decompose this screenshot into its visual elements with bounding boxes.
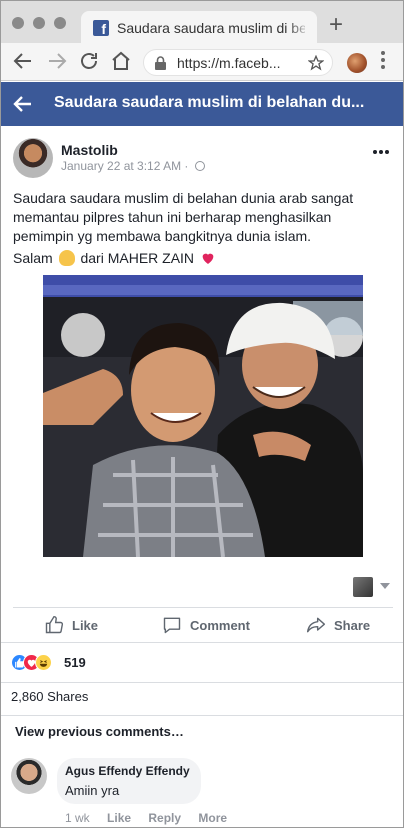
close-window-button[interactable] xyxy=(12,17,24,29)
reload-icon[interactable] xyxy=(77,49,101,73)
more-options-icon[interactable] xyxy=(373,150,391,154)
new-tab-button[interactable]: + xyxy=(329,13,343,37)
like-label: Like xyxy=(72,617,99,633)
commenter-avatar[interactable] xyxy=(11,758,47,794)
author-avatar[interactable] xyxy=(13,138,53,178)
post-meta: January 22 at 3:12 AM · xyxy=(61,159,205,173)
home-icon[interactable] xyxy=(109,49,133,73)
browser-menu-icon[interactable] xyxy=(381,51,385,71)
comment-more-link[interactable]: More xyxy=(198,811,227,825)
post-salam-line: Salam dari MAHER ZAIN xyxy=(13,250,216,266)
tab-title-fade xyxy=(287,11,317,44)
like-button[interactable]: Like xyxy=(44,608,98,642)
browser-tab[interactable]: f Saudara saudara muslim di belahan duni… xyxy=(81,11,317,44)
thumbs-up-icon xyxy=(45,615,64,634)
view-previous-comments-link[interactable]: View previous comments… xyxy=(15,724,184,739)
facebook-favicon-icon: f xyxy=(93,20,109,36)
commenter-avatar-picker[interactable] xyxy=(353,577,373,597)
salam-suffix: dari MAHER ZAIN xyxy=(80,250,195,266)
red-heart-emoji-icon xyxy=(202,253,214,264)
url-text: https://m.faceb... xyxy=(177,55,281,71)
comment-bubble: Agus Effendy Effendy Amiin yra xyxy=(57,758,201,804)
tab-title: Saudara saudara muslim di belahan dunia … xyxy=(117,20,305,36)
comment-time[interactable]: 1 wk xyxy=(65,811,90,825)
shares-count: 2,860 Shares xyxy=(11,689,89,704)
comment-label: Comment xyxy=(190,617,250,633)
address-bar[interactable]: https://m.faceb... xyxy=(143,49,333,76)
comment-like-link[interactable]: Like xyxy=(107,811,131,825)
lock-icon xyxy=(155,56,166,70)
back-arrow-icon[interactable] xyxy=(11,92,35,116)
author-name[interactable]: Mastolib xyxy=(61,142,118,158)
commenter-name[interactable]: Agus Effendy Effendy xyxy=(65,764,190,778)
comment-actions: 1 wk Like Reply More xyxy=(65,811,241,825)
meta-separator: · xyxy=(184,159,189,173)
reactions-summary[interactable]: 519 xyxy=(1,642,403,682)
haha-icon xyxy=(35,654,52,671)
pointing-hand-emoji-icon xyxy=(58,250,75,266)
salam-prefix: Salam xyxy=(13,250,53,266)
post-timestamp[interactable]: January 22 at 3:12 AM xyxy=(61,159,181,173)
shares-row[interactable]: 2,860 Shares xyxy=(1,682,403,715)
browser-toolbar: https://m.faceb... xyxy=(1,43,403,81)
caret-down-icon[interactable] xyxy=(380,583,390,589)
comment-text: Amiin yra xyxy=(65,783,120,798)
facebook-header: Saudara saudara muslim di belahan du... xyxy=(1,82,403,126)
tab-strip: f Saudara saudara muslim di belahan duni… xyxy=(1,1,403,44)
minimize-window-button[interactable] xyxy=(33,17,45,29)
back-arrow-icon[interactable] xyxy=(11,49,35,73)
comment-reply-link[interactable]: Reply xyxy=(148,811,181,825)
share-label: Share xyxy=(334,617,371,633)
forward-arrow-icon[interactable] xyxy=(45,49,69,73)
reaction-count: 519 xyxy=(64,655,86,670)
browser-window: f Saudara saudara muslim di belahan duni… xyxy=(0,0,404,828)
reaction-icons xyxy=(11,654,65,672)
share-button[interactable]: Share xyxy=(306,608,370,642)
share-arrow-icon xyxy=(306,617,326,633)
comments-section: View previous comments… Agus Effendy Eff… xyxy=(1,715,403,827)
post-text: Saudara saudara muslim di belahan dunia … xyxy=(13,190,354,244)
profile-avatar-icon[interactable] xyxy=(347,53,367,73)
comment-button[interactable]: Comment xyxy=(162,608,250,642)
post-actions: Like Comment Share xyxy=(1,608,403,642)
comment-bubble-icon xyxy=(163,617,181,634)
page-title: Saudara saudara muslim di belahan du... xyxy=(54,94,365,111)
globe-icon xyxy=(194,161,205,171)
bookmark-star-icon[interactable] xyxy=(308,55,324,71)
post-photo[interactable] xyxy=(43,275,363,557)
maximize-window-button[interactable] xyxy=(54,17,66,29)
